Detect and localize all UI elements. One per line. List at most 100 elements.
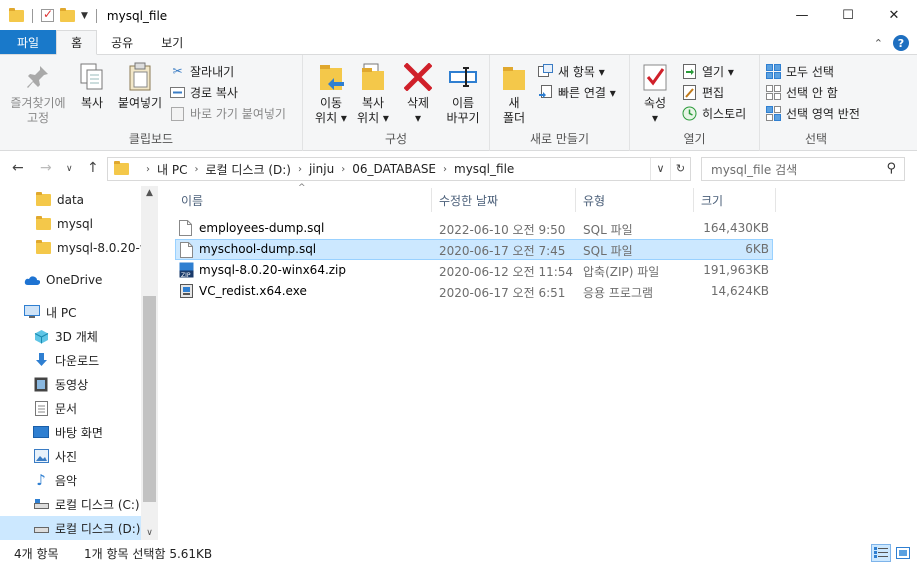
close-button[interactable]: ✕ <box>871 0 917 31</box>
file-row[interactable]: employees-dump.sql 2022-06-10 오전 9:50 SQ… <box>175 218 773 239</box>
scroll-thumb[interactable] <box>143 296 156 502</box>
nav-item-desktop[interactable]: 바탕 화면 <box>0 420 141 444</box>
invert-selection-button[interactable]: 선택 영역 반전 <box>766 103 860 123</box>
recent-locations-chevron-icon[interactable]: ∨ <box>66 164 73 174</box>
new-item-button[interactable]: 새 항목 ▾ <box>538 61 605 81</box>
cube-icon <box>33 328 49 344</box>
nav-item-pictures[interactable]: 사진 <box>0 444 141 468</box>
tab-file[interactable]: 파일 <box>0 30 57 54</box>
new-folder-icon[interactable] <box>60 7 75 22</box>
up-arrow-icon[interactable]: ↑ <box>87 160 99 176</box>
refresh-icon[interactable]: ↻ <box>670 158 690 180</box>
nav-item-music[interactable]: ♪ 음악 <box>0 468 141 492</box>
breadcrumb-chevron-icon[interactable]: › <box>443 164 447 175</box>
properties-icon[interactable] <box>41 7 54 22</box>
breadcrumb-chevron-icon[interactable]: › <box>341 164 345 175</box>
file-row[interactable]: ZIP mysql-8.0.20-winx64.zip 2020-06-12 오… <box>175 260 773 281</box>
copy-path-button[interactable]: 경로 복사 <box>170 82 238 102</box>
scroll-up-icon[interactable]: ▲ <box>141 188 158 198</box>
copy-button[interactable]: 복사 <box>74 61 110 111</box>
search-box[interactable]: mysql_file 검색 ⚲ <box>701 157 905 181</box>
nav-item-this-pc[interactable]: 내 PC <box>0 300 141 324</box>
edit-button[interactable]: 편집 <box>682 82 724 102</box>
column-header-name[interactable]: 이름 <box>173 186 431 214</box>
file-type: 압축(ZIP) 파일 <box>583 265 660 279</box>
nav-item-label: 동영상 <box>55 377 89 392</box>
video-icon <box>33 376 49 392</box>
breadcrumb-item[interactable]: jinju <box>309 162 334 176</box>
move-to-button[interactable]: 이동 위치 ▾ <box>311 61 351 126</box>
column-header-type[interactable]: 유형 <box>575 186 693 214</box>
new-folder-button[interactable]: 새 폴더 <box>498 61 530 126</box>
column-header-size[interactable]: 크기 <box>693 186 775 214</box>
breadcrumb-chevron-icon[interactable]: › <box>194 164 198 175</box>
maximize-button[interactable]: ☐ <box>825 0 871 31</box>
invert-selection-label: 선택 영역 반전 <box>786 106 860 121</box>
details-view-icon[interactable] <box>871 544 891 562</box>
breadcrumb-chevron-icon[interactable]: › <box>298 164 302 175</box>
delete-button[interactable]: 삭제 ▾ <box>401 61 435 126</box>
file-size: 164,430KB <box>703 221 769 235</box>
select-none-button[interactable]: 선택 안 함 <box>766 82 838 102</box>
properties-check-icon <box>639 61 671 93</box>
help-icon[interactable]: ? <box>893 35 909 51</box>
breadcrumb-item[interactable]: 06_DATABASE <box>352 162 436 176</box>
open-label: 열기 ▾ <box>702 64 734 79</box>
rename-button[interactable]: 이름 바꾸기 <box>441 61 485 126</box>
breadcrumb-item[interactable]: mysql_file <box>454 162 514 176</box>
breadcrumb-item[interactable]: 로컬 디스크 (D:) <box>205 161 290 178</box>
column-header-modified[interactable]: 수정한 날짜 <box>431 186 575 214</box>
address-bar-buttons: ∨ ↻ <box>650 158 690 180</box>
nav-item-downloads[interactable]: 다운로드 <box>0 348 141 372</box>
edit-label: 편집 <box>702 85 725 100</box>
nav-item-drive-c[interactable]: 로컬 디스크 (C:) <box>0 492 141 516</box>
pin-to-quick-access-button[interactable]: 즐겨찾기에 고정 <box>6 61 70 126</box>
pin-label: 즐겨찾기에 고정 <box>10 96 66 125</box>
nav-item-3d-objects[interactable]: 3D 개체 <box>0 324 141 348</box>
minimize-button[interactable]: — <box>779 0 825 31</box>
breadcrumb-chevron-icon[interactable]: › <box>146 164 150 175</box>
ribbon-tabs: 파일 홈 공유 보기 ⌃ ? <box>0 30 917 55</box>
file-modified: 2022-06-10 오전 9:50 <box>439 223 566 237</box>
address-bar[interactable]: › 내 PC › 로컬 디스크 (D:) › jinju › 06_DATABA… <box>107 157 691 181</box>
large-icons-view-icon[interactable] <box>893 544 913 562</box>
copy-to-button[interactable]: 복사 위치 ▾ <box>353 61 393 126</box>
copy-to-icon <box>357 61 389 93</box>
address-dropdown-icon[interactable]: ∨ <box>650 158 670 180</box>
nav-item-mysql[interactable]: mysql <box>0 212 141 236</box>
tab-share[interactable]: 공유 <box>97 30 147 54</box>
tab-view[interactable]: 보기 <box>147 30 197 54</box>
nav-item-data[interactable]: data <box>0 188 141 212</box>
nav-item-onedrive[interactable]: OneDrive <box>0 268 141 292</box>
folder-icon <box>114 161 129 175</box>
file-row[interactable]: VC_redist.x64.exe 2020-06-17 오전 6:51 응용 … <box>175 281 773 302</box>
customize-toolbar-arrow-icon[interactable]: ▼ <box>81 11 88 21</box>
tab-home[interactable]: 홈 <box>56 30 98 55</box>
sql-file-icon <box>179 220 194 236</box>
column-divider[interactable] <box>775 188 776 212</box>
nav-item-documents[interactable]: 문서 <box>0 396 141 420</box>
back-arrow-icon[interactable]: ← <box>12 160 24 176</box>
breadcrumb-item[interactable]: 내 PC <box>157 161 187 178</box>
file-row[interactable]: myschool-dump.sql 2020-06-17 오전 7:45 SQL… <box>175 239 773 260</box>
scroll-down-icon[interactable]: ∨ <box>141 528 158 538</box>
desktop-icon <box>33 424 49 440</box>
nav-item-drive-d[interactable]: 로컬 디스크 (D:) <box>0 516 141 540</box>
nav-item-mysql-8[interactable]: mysql-8.0.20-w <box>0 236 141 260</box>
move-to-label: 이동 위치 ▾ <box>315 96 347 125</box>
history-button[interactable]: 히스토리 <box>682 103 746 123</box>
cut-button[interactable]: ✂ 잘라내기 <box>170 61 234 81</box>
nav-scrollbar[interactable]: ▲ ∨ <box>141 186 158 540</box>
open-button[interactable]: 열기 ▾ <box>682 61 734 81</box>
divider <box>95 8 97 23</box>
nav-item-videos[interactable]: 동영상 <box>0 372 141 396</box>
properties-button[interactable]: 속성 ▾ <box>638 61 672 126</box>
paste-shortcut-button[interactable]: 바로 가기 붙여넣기 <box>170 103 286 123</box>
select-all-button[interactable]: 모두 선택 <box>766 61 834 81</box>
ribbon: 즐겨찾기에 고정 복사 붙여넣기 ✂ 잘라내기 경로 복사 바로 가기 붙여넣기… <box>0 55 917 151</box>
collapse-ribbon-icon[interactable]: ⌃ <box>874 37 883 50</box>
paste-button[interactable]: 붙여넣기 <box>114 61 166 111</box>
copy-to-label: 복사 위치 ▾ <box>357 96 389 125</box>
forward-arrow-icon[interactable]: → <box>40 160 52 176</box>
easy-access-button[interactable]: 빠른 연결 ▾ <box>538 82 616 102</box>
